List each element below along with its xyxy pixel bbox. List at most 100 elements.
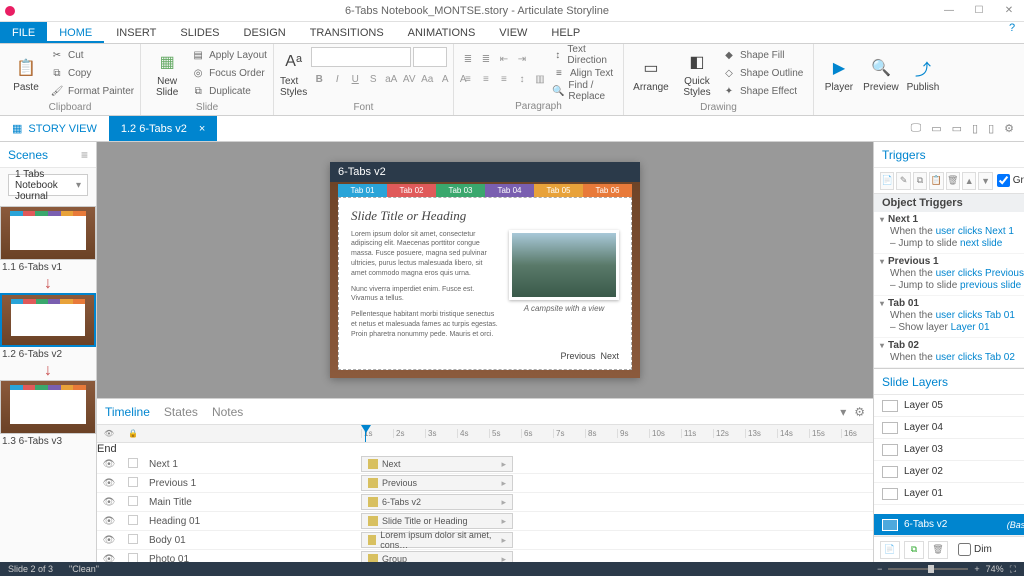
copy-button[interactable]: ⧉Copy <box>50 65 134 81</box>
align-text-button[interactable]: ≡Align Text <box>552 65 617 81</box>
quick-styles-button[interactable]: ◧Quick Styles <box>676 47 718 101</box>
thumb-2[interactable]: 1.2 6-Tabs v2 <box>0 293 96 360</box>
close-button[interactable]: ✕ <box>994 0 1024 22</box>
maximize-button[interactable]: ☐ <box>964 0 994 22</box>
eye-icon[interactable]: 👁 <box>97 497 121 508</box>
lock-icon[interactable] <box>121 515 145 528</box>
dim-checkbox[interactable] <box>958 543 971 556</box>
expand-icon[interactable]: ▾ <box>840 405 846 419</box>
italic-button[interactable]: I <box>329 71 345 87</box>
align-left-button[interactable]: ≡ <box>460 71 476 87</box>
copy-trigger-button[interactable]: ⧉ <box>913 172 927 190</box>
timeline-bar[interactable]: Group▸ <box>361 551 513 562</box>
slide-canvas[interactable]: 6-Tabs v2 Tab 01 Tab 02 Tab 03 Tab 04 Ta… <box>97 142 873 398</box>
preview-button[interactable]: 🔍Preview <box>862 47 900 101</box>
slide-tab-5[interactable]: Tab 05 <box>534 184 583 197</box>
tab-file[interactable]: FILE <box>0 22 47 43</box>
timeline-row[interactable]: 👁Heading 01Slide Title or Heading▸ <box>97 512 873 531</box>
bold-button[interactable]: B <box>311 71 327 87</box>
edit-trigger-button[interactable]: ✎ <box>896 172 910 190</box>
shape-fill-button[interactable]: ◆Shape Fill <box>722 47 803 63</box>
tab-slides[interactable]: SLIDES <box>168 22 231 43</box>
tab-design[interactable]: DESIGN <box>232 22 298 43</box>
bullets-button[interactable]: ≣ <box>460 51 476 67</box>
new-layer-button[interactable]: 📄 <box>880 541 900 559</box>
highlight-button[interactable]: A <box>437 71 453 87</box>
tab-view[interactable]: VIEW <box>487 22 539 43</box>
outdent-button[interactable]: ⇤ <box>496 51 512 67</box>
zoom-in-button[interactable]: + <box>974 564 979 574</box>
focus-order-button[interactable]: ◎Focus Order <box>191 65 267 81</box>
lock-icon[interactable] <box>121 458 145 471</box>
dup-layer-button[interactable]: ⧉ <box>904 541 924 559</box>
timeline-row[interactable]: 👁Body 01Lorem ipsum dolor sit amet, cons… <box>97 531 873 550</box>
eye-icon[interactable]: 👁 <box>97 459 121 470</box>
timeline-bar[interactable]: Previous▸ <box>361 475 513 491</box>
tab-states[interactable]: States <box>164 405 198 419</box>
trigger-item[interactable]: Previous 1When the user clicks Previous … <box>874 254 1024 296</box>
tab-transitions[interactable]: TRANSITIONS <box>298 22 396 43</box>
line-spacing-button[interactable]: ↕ <box>514 71 530 87</box>
timeline-bar[interactable]: Slide Title or Heading▸ <box>361 513 513 529</box>
timeline-bar[interactable]: 6-Tabs v2▸ <box>361 494 513 510</box>
timeline-ruler[interactable]: 👁🔒 1s2s3s4s5s6s7s8s9s10s11s12s13s14s15s1… <box>97 425 873 443</box>
panel-gear-icon[interactable]: ⚙ <box>854 405 865 419</box>
paste-trigger-button[interactable]: 📋 <box>929 172 943 190</box>
lock-icon[interactable] <box>121 477 145 490</box>
slide-view-tab[interactable]: 1.2 6-Tabs v2× <box>109 116 217 141</box>
shape-outline-button[interactable]: ◇Shape Outline <box>722 65 803 81</box>
layer-row[interactable]: Layer 01 <box>874 483 1024 505</box>
tab-notes[interactable]: Notes <box>212 405 243 419</box>
tab-animations[interactable]: ANIMATIONS <box>396 22 488 43</box>
thumb-1[interactable]: 1.1 6-Tabs v1 <box>0 206 96 273</box>
delete-trigger-button[interactable]: 🗑 <box>946 172 960 190</box>
tab-home[interactable]: HOME <box>47 22 104 43</box>
eye-header-icon[interactable]: 👁 <box>97 429 121 438</box>
find-replace-button[interactable]: 🔍Find / Replace <box>552 83 617 99</box>
up-trigger-button[interactable]: ▲ <box>962 172 976 190</box>
scenes-gear-icon[interactable]: ≡ <box>81 148 88 162</box>
timeline-row[interactable]: 👁Previous 1Previous▸ <box>97 474 873 493</box>
layer-row[interactable]: Layer 05 <box>874 395 1024 417</box>
shadow-button[interactable]: aA <box>383 71 399 87</box>
trigger-item[interactable]: Tab 01When the user clicks Tab 01– Show … <box>874 296 1024 338</box>
del-layer-button[interactable]: 🗑 <box>928 541 948 559</box>
tab-insert[interactable]: INSERT <box>104 22 168 43</box>
timeline-row[interactable]: 👁Next 1Next▸ <box>97 455 873 474</box>
tablet-portrait-icon[interactable]: ▯ <box>972 122 978 135</box>
paste-button[interactable]: 📋Paste <box>6 47 46 101</box>
numbering-button[interactable]: ≣ <box>478 51 494 67</box>
trigger-item[interactable]: Next 1When the user clicks Next 1– Jump … <box>874 212 1024 254</box>
zoom-out-button[interactable]: − <box>877 564 882 574</box>
underline-button[interactable]: U <box>347 71 363 87</box>
align-center-button[interactable]: ≡ <box>478 71 494 87</box>
strike-button[interactable]: S <box>365 71 381 87</box>
new-trigger-button[interactable]: 📄 <box>880 172 894 190</box>
trigger-item[interactable]: Tab 02When the user clicks Tab 02 <box>874 338 1024 368</box>
eye-icon[interactable]: 👁 <box>97 535 121 546</box>
spacing-button[interactable]: AV <box>401 71 417 87</box>
prev-link[interactable]: Previous <box>560 351 595 361</box>
font-size-select[interactable] <box>413 47 447 67</box>
tab-timeline[interactable]: Timeline <box>105 405 150 419</box>
text-direction-button[interactable]: ↕Text Direction <box>552 47 617 63</box>
align-right-button[interactable]: ≡ <box>496 71 512 87</box>
timeline-row[interactable]: 👁Photo 01Group▸ <box>97 550 873 562</box>
slide-tab-2[interactable]: Tab 02 <box>387 184 436 197</box>
publish-button[interactable]: ⤴Publish <box>904 47 942 101</box>
minimize-button[interactable]: — <box>934 0 964 22</box>
phone-icon[interactable]: ▯ <box>988 122 994 135</box>
text-styles-button[interactable]: AᵃText Styles <box>280 47 307 101</box>
eye-icon[interactable]: 👁 <box>97 478 121 489</box>
next-link[interactable]: Next <box>600 351 619 361</box>
down-trigger-button[interactable]: ▼ <box>978 172 992 190</box>
new-slide-button[interactable]: ▦New Slide <box>147 47 187 101</box>
timeline-bar[interactable]: Next▸ <box>361 456 513 472</box>
desktop-icon[interactable]: 🖵 <box>911 122 922 135</box>
font-family-select[interactable] <box>311 47 411 67</box>
player-button[interactable]: ▶Player <box>820 47 858 101</box>
shape-effect-button[interactable]: ✦Shape Effect <box>722 83 803 99</box>
indent-button[interactable]: ⇥ <box>514 51 530 67</box>
arrange-button[interactable]: ▭Arrange <box>630 47 672 101</box>
layer-row[interactable]: Layer 04 <box>874 417 1024 439</box>
